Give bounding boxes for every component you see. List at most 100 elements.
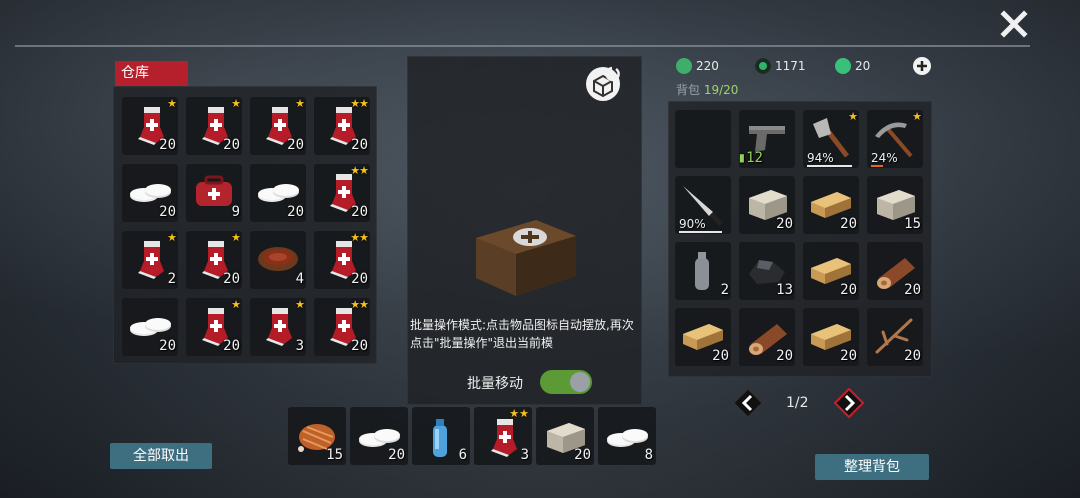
star-rating: ★	[912, 110, 922, 123]
item-slot[interactable]: 20	[803, 242, 859, 300]
organize-bag-button[interactable]: 整理背包	[815, 454, 929, 480]
item-quantity: 20	[351, 271, 368, 287]
item-slot[interactable]: 20	[803, 308, 859, 366]
item-quantity: 2	[167, 271, 176, 287]
star-rating: ★★	[350, 97, 369, 110]
item-slot[interactable]: 20	[350, 407, 408, 465]
item-slot[interactable]: 20	[250, 164, 306, 222]
item-slot[interactable]: ▮12	[737, 110, 795, 168]
durability-bar	[871, 165, 883, 167]
warehouse-panel: ★ 20 ★ 20 ★ 20 ★★ 20 20 9 20 ★★ 20 ★ 2 ★ 20 4 ★★ 20 20 ★ 20 ★ 3 ★…	[113, 86, 377, 364]
item-quantity: 20	[223, 338, 240, 354]
item-quantity: 15	[326, 447, 343, 463]
add-resource-icon[interactable]	[912, 56, 932, 76]
item-slot[interactable]: 8	[598, 407, 656, 465]
item-slot[interactable]: 20	[122, 298, 178, 356]
item-slot[interactable]: ★★ 20	[314, 231, 370, 289]
close-icon[interactable]	[998, 8, 1030, 40]
star-rating: ★	[848, 110, 858, 123]
item-quantity: 2	[720, 282, 729, 298]
star-rating: ★	[231, 97, 241, 110]
bag-label: 背包	[676, 83, 701, 97]
gears-value: 1171	[775, 59, 806, 73]
item-slot[interactable]: ★ 20	[186, 298, 242, 356]
batch-move-toggle[interactable]	[540, 370, 592, 394]
item-quantity: 13	[776, 282, 793, 298]
item-slot[interactable]: 90%	[675, 176, 731, 234]
bag-panel: ▮12 ★ 94% ★ 24% 90% 20 20 15 2 13 20 20 20 20 20 20	[668, 101, 932, 377]
item-slot[interactable]: 20	[739, 176, 795, 234]
item-slot[interactable]: ★ 3	[250, 298, 306, 356]
take-all-button[interactable]: 全部取出	[110, 443, 212, 469]
item-slot[interactable]: 20	[867, 242, 923, 300]
star-rating: ★	[231, 298, 241, 311]
item-slot[interactable]: ★★ 3	[474, 407, 532, 465]
bag-count: 19/20	[703, 83, 739, 97]
item-slot[interactable]: 20	[803, 176, 859, 234]
item-quantity: 3	[295, 338, 304, 354]
item-slot[interactable]: 4	[250, 231, 306, 289]
item-slot[interactable]: ★★ 20	[314, 164, 370, 222]
item-slot[interactable]: ★ 2	[122, 231, 178, 289]
prev-page-icon[interactable]	[733, 388, 763, 418]
bolt-coin-icon	[676, 58, 692, 74]
durability-text: 24%	[871, 151, 898, 165]
item-slot[interactable]: 13	[739, 242, 795, 300]
star-rating: ★	[231, 231, 241, 244]
item-quantity: 20	[159, 204, 176, 220]
item-slot[interactable]: 20	[675, 308, 731, 366]
item-quantity: 20	[574, 447, 591, 463]
item-quantity: 20	[287, 204, 304, 220]
resource-bolts: 220	[676, 56, 719, 76]
item-slot[interactable]: ★ 94%	[803, 110, 859, 168]
ammo-count: ▮12	[737, 150, 763, 166]
item-quantity: 20	[904, 348, 921, 364]
empty-slot[interactable]	[675, 110, 731, 168]
item-slot[interactable]: 9	[186, 164, 242, 222]
item-quantity: 8	[644, 447, 653, 463]
item-slot[interactable]: ★ 20	[186, 231, 242, 289]
resource-gems: 20	[835, 56, 870, 76]
item-slot[interactable]: 20	[867, 308, 923, 366]
item-slot[interactable]: ★ 20	[186, 97, 242, 155]
item-quantity: 20	[776, 348, 793, 364]
star-rating: ★	[295, 298, 305, 311]
item-quantity: 20	[351, 204, 368, 220]
top-divider	[15, 45, 1030, 47]
item-slot[interactable]: ★ 20	[122, 97, 178, 155]
item-quantity: 20	[776, 216, 793, 232]
item-slot[interactable]: ★★ 20	[314, 97, 370, 155]
open-crate-icon[interactable]	[584, 64, 626, 102]
item-slot[interactable]: 20	[122, 164, 178, 222]
item-slot[interactable]: 2	[675, 242, 731, 300]
bolts-value: 220	[696, 59, 719, 73]
item-quantity: 20	[388, 447, 405, 463]
item-quantity: 20	[840, 348, 857, 364]
item-quantity: 20	[351, 137, 368, 153]
item-quantity: 20	[223, 271, 240, 287]
item-slot[interactable]: ★ 20	[250, 97, 306, 155]
item-slot[interactable]: ★★ 20	[314, 298, 370, 356]
star-rating: ★	[295, 97, 305, 110]
item-slot[interactable]: 6	[412, 407, 470, 465]
resource-gears: 1171	[755, 56, 806, 76]
star-rating: ★★	[350, 164, 369, 177]
star-rating: ★★	[350, 231, 369, 244]
item-quantity: 20	[904, 282, 921, 298]
next-page-icon[interactable]	[834, 388, 864, 418]
gem-coin-icon	[835, 58, 851, 74]
item-quantity: 4	[295, 271, 304, 287]
bag-capacity: 背包 19/20	[676, 81, 738, 98]
star-rating: ★	[167, 97, 177, 110]
item-slot[interactable]: ★ 24%	[867, 110, 923, 168]
item-slot[interactable]: 20	[536, 407, 594, 465]
gems-value: 20	[855, 59, 871, 73]
item-slot[interactable]: 20	[739, 308, 795, 366]
batch-mode-tip: 批量操作模式:点击物品图标自动摆放,再次点击"批量操作"退出当前模	[410, 318, 634, 350]
supply-crate-icon	[476, 220, 576, 296]
durability-bar	[679, 231, 722, 233]
item-quantity: 20	[287, 137, 304, 153]
item-slot[interactable]: 15	[867, 176, 923, 234]
item-quantity: 20	[351, 338, 368, 354]
item-slot[interactable]: 15	[288, 407, 346, 465]
